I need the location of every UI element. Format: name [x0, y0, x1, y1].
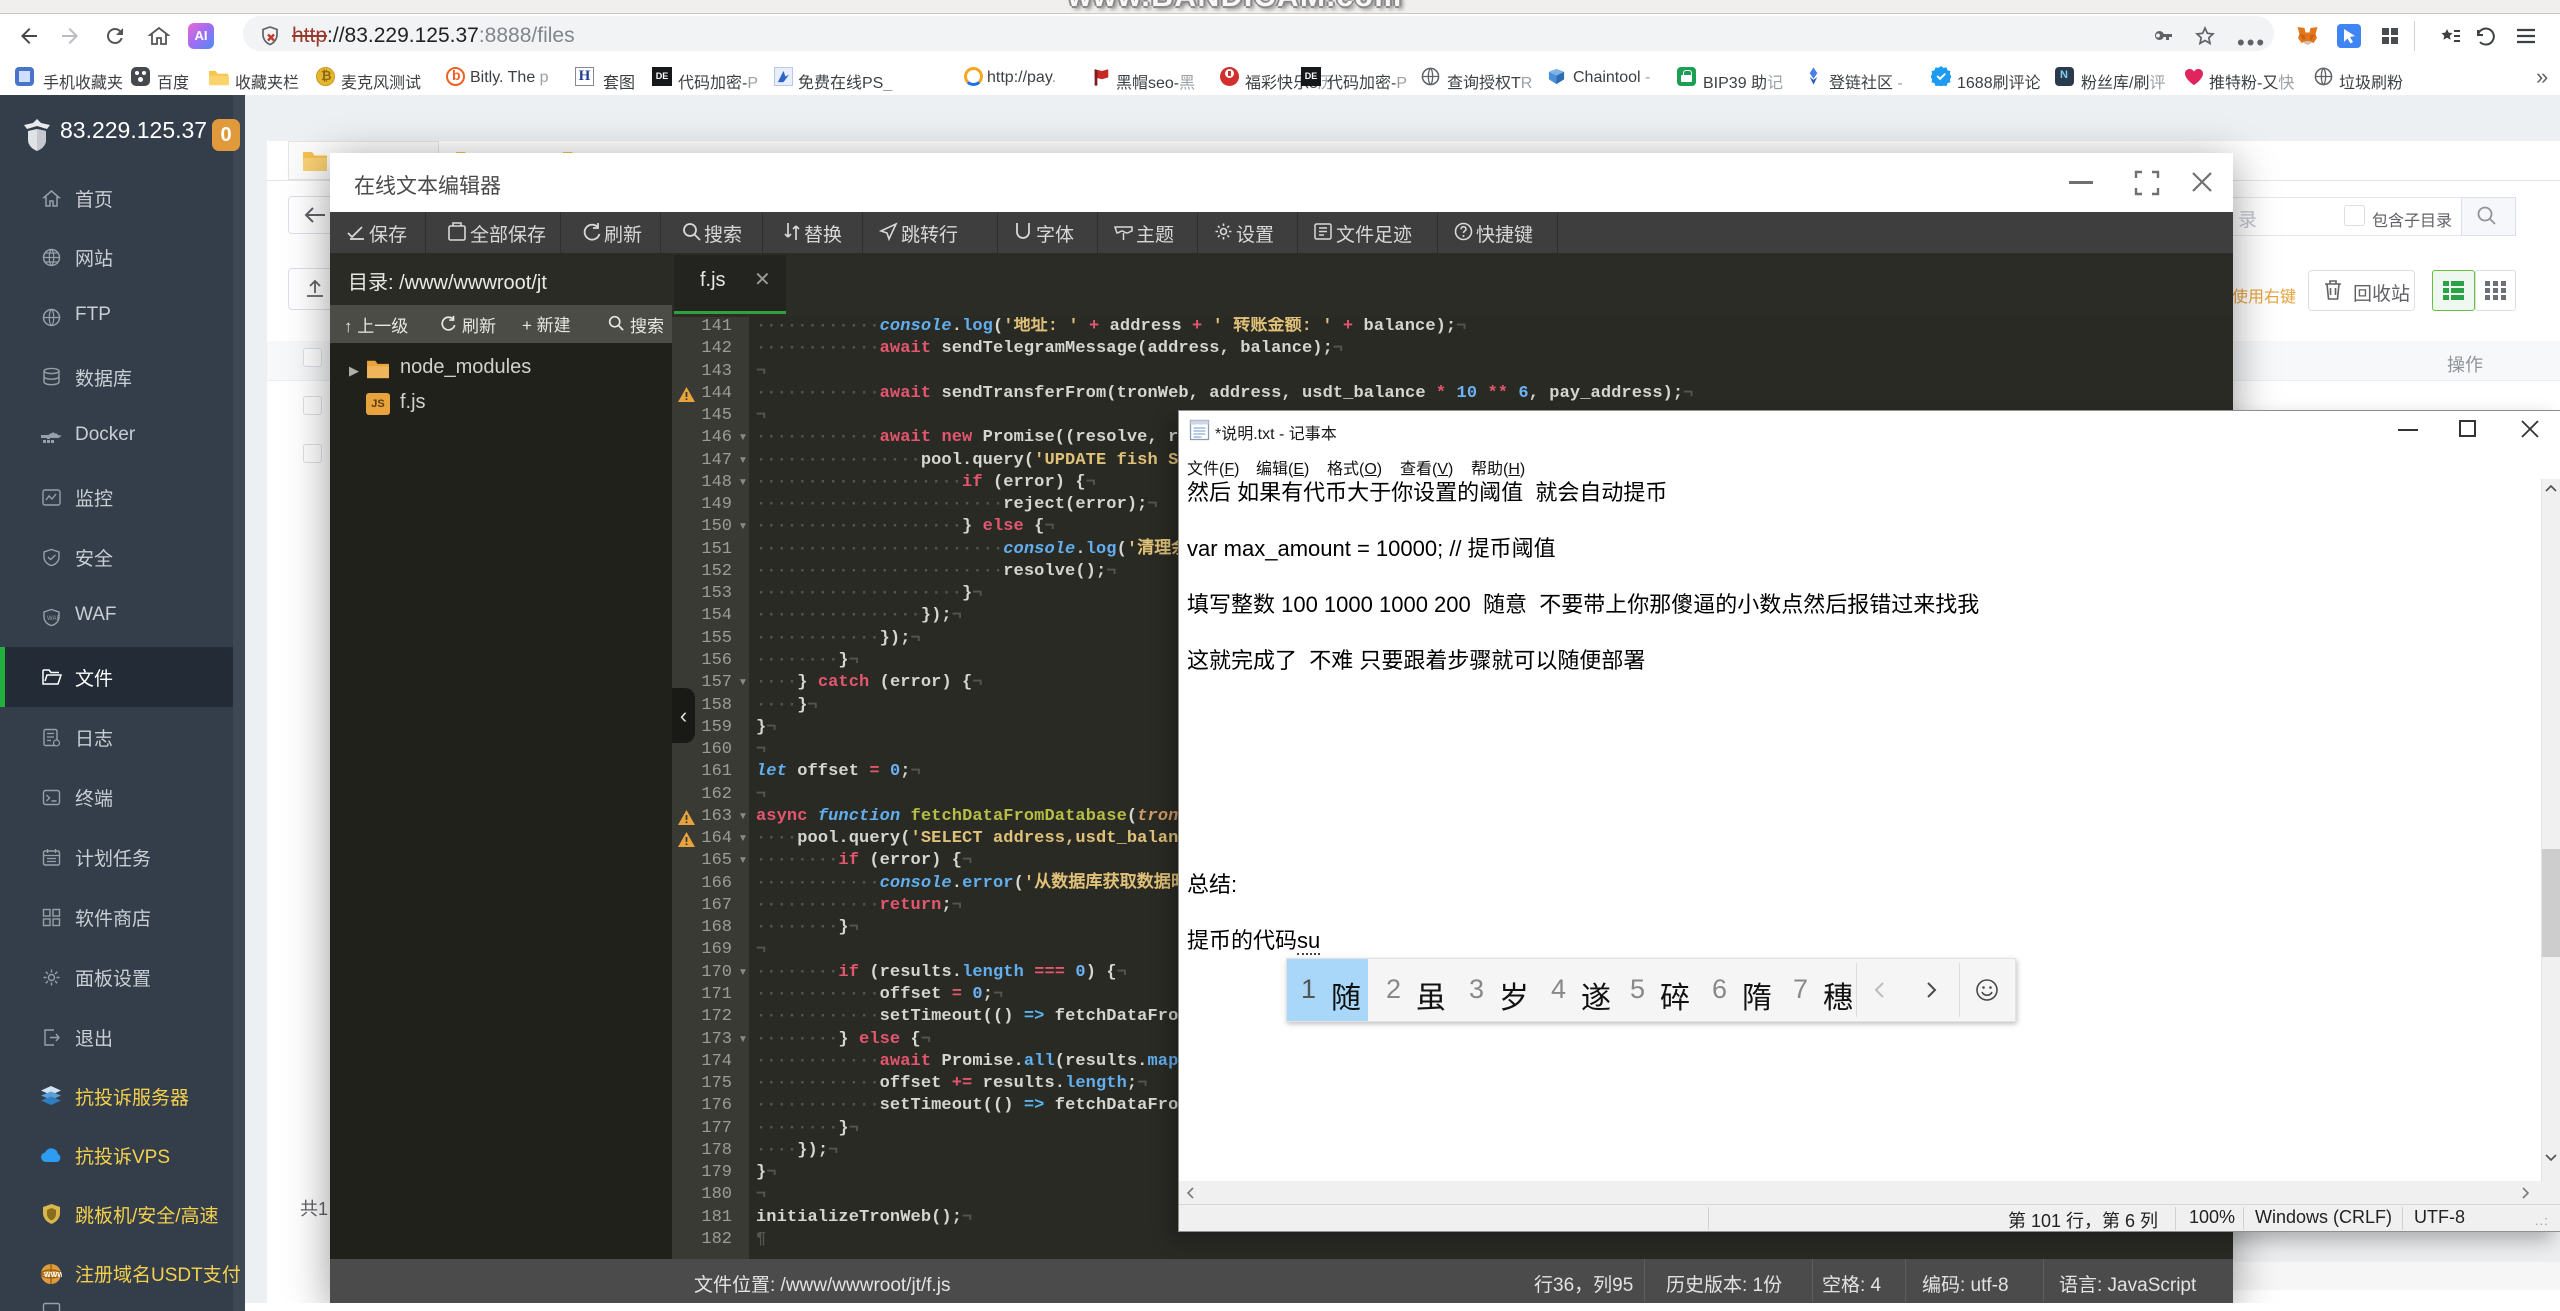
svg-text:WWW: WWW — [44, 1272, 62, 1279]
svg-text:WAF: WAF — [47, 616, 60, 622]
